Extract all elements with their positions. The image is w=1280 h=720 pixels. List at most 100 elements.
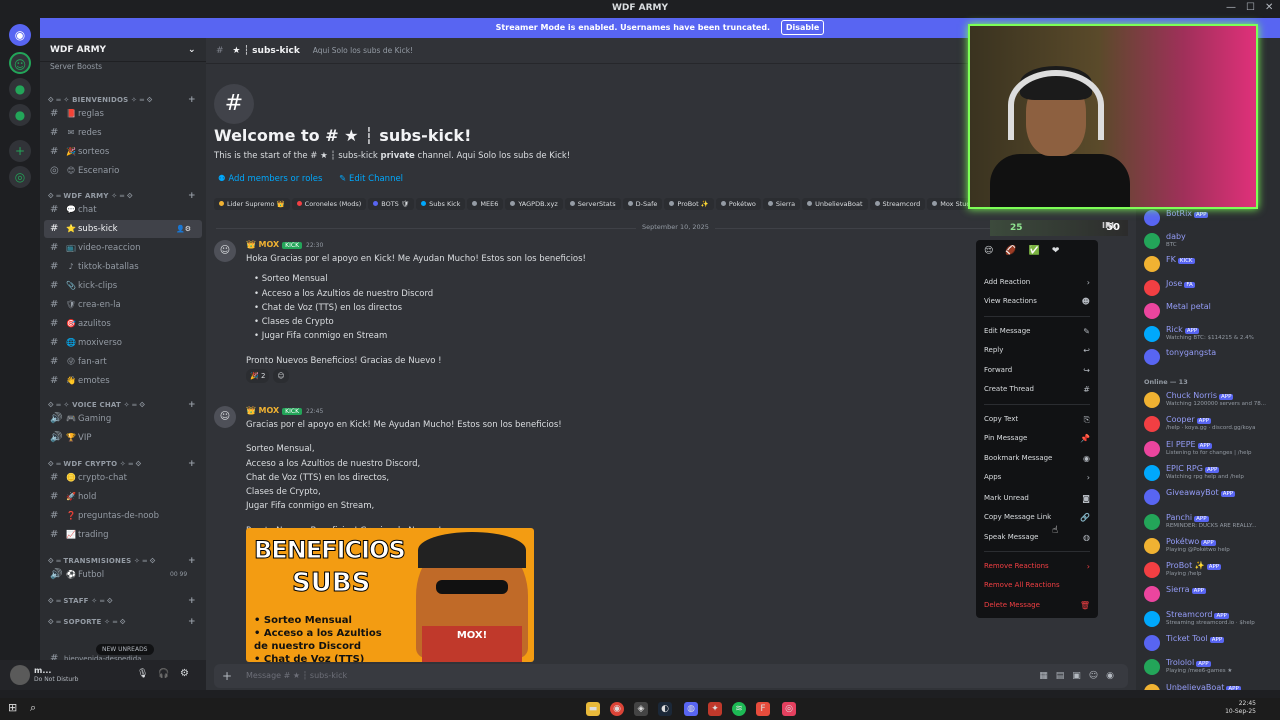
avatar[interactable] [1144, 256, 1160, 272]
avatar[interactable] [1144, 349, 1160, 365]
member-item[interactable]: Panchi APP REMINDER: DUCKS ARE REALLY... [1142, 512, 1278, 534]
plus-icon[interactable]: + [188, 400, 196, 410]
avatar[interactable]: ☺ [214, 240, 236, 262]
role-chip[interactable]: Sierra [762, 198, 801, 210]
avatar[interactable] [1144, 464, 1160, 481]
role-chip[interactable]: Pokétwo [715, 198, 761, 210]
member-item[interactable]: Streamcord APP Streaming streamcord.io · $… [1142, 609, 1278, 631]
channel-gaming[interactable]: 🔊 🎮 Gaming [44, 410, 202, 428]
menu-item-remove-all-reactions[interactable]: Remove All Reactions [984, 577, 1090, 594]
channel-trading[interactable]: # 📈 trading [44, 526, 202, 544]
composer-icons[interactable]: ▦▤▣☺◉ [1039, 664, 1122, 688]
channel-crea-en-la[interactable]: # 🛡 crea-en-la [44, 296, 202, 314]
maximize-button[interactable]: ☐ [1246, 2, 1255, 13]
avatar[interactable] [1144, 635, 1160, 651]
headphones-icon[interactable]: 🎧 [158, 669, 169, 679]
channel-vip[interactable]: 🔊 🏆 VIP [44, 429, 202, 447]
avatar[interactable] [1144, 392, 1160, 408]
member-item[interactable]: Sierra APP [1142, 584, 1278, 606]
channel-azulitos[interactable]: # 🎯 azulitos [44, 315, 202, 333]
member-item[interactable]: tonygangsta [1142, 347, 1278, 369]
benefits-image[interactable]: MOX! BENEFICIOS SUBS • Sorteo Mensual • … [246, 528, 534, 662]
avatar[interactable] [1144, 659, 1160, 676]
obs-icon[interactable]: ◎ [782, 702, 796, 716]
menu-item-delete-message[interactable]: Delete Message 🗑 [984, 597, 1090, 614]
plus-icon[interactable]: + [188, 596, 196, 606]
channel-topic[interactable]: Aqui Solo los subs de Kick! [313, 46, 413, 55]
discord-icon[interactable]: ◍ [684, 702, 698, 716]
disable-button[interactable]: Disable [780, 20, 825, 35]
member-item[interactable]: Pokétwo APP Playing @Pokétwo help [1142, 536, 1278, 558]
channel-redes[interactable]: # ✉ redes [44, 124, 202, 142]
avatar[interactable] [1144, 610, 1160, 627]
avatar[interactable] [1144, 586, 1160, 603]
menu-item-copy-text[interactable]: Copy Text ⎘ [984, 411, 1090, 428]
role-chip[interactable]: BOTS 🛡 [368, 198, 415, 210]
plus-icon[interactable]: + [188, 95, 196, 105]
category-transmisiones[interactable]: ⟐ ═ TRANSMISIONES ✧ ═ ⟐ + [48, 556, 196, 566]
server-icon[interactable]: ● [9, 104, 31, 126]
channel-escenario[interactable]: ◎ 😊 Escenario [44, 162, 202, 180]
category-bienvenidos[interactable]: ⟐ ═ ✧ BIENVENIDOS ✧ ═ ⟐ + [48, 95, 196, 105]
avatar[interactable] [1144, 210, 1160, 226]
settings-icon[interactable]: ⚙ [180, 668, 189, 679]
windows-icon[interactable]: ⊞ [8, 701, 17, 714]
role-chip[interactable]: D-Safe [622, 198, 663, 210]
avatar[interactable] [1144, 489, 1160, 506]
member-item[interactable]: EPIC RPG APP Watching rpg help and /help [1142, 463, 1278, 485]
plus-icon[interactable]: + [188, 617, 196, 627]
menu-item-mark-unread[interactable]: Mark Unread ◙ [984, 490, 1090, 507]
server-icon-wdf[interactable]: ☺ [9, 52, 31, 74]
member-item[interactable]: Trololol APP Playing /mee6-games ★ [1142, 657, 1278, 679]
channel-subs-kick[interactable]: # ⭐ subs-kick 👤⚙ [44, 220, 202, 238]
server-header[interactable]: WDF ARMY ⌄ [40, 38, 206, 62]
member-item[interactable]: Ticket Tool APP [1142, 633, 1278, 655]
avatar[interactable] [1144, 440, 1160, 457]
member-item[interactable]: Rick APP Watching BTC: $114215 & 2.4% [1142, 324, 1278, 346]
member-item[interactable]: El PEPE APP Listening to for changes | /he… [1142, 439, 1278, 461]
plus-icon[interactable]: + [188, 556, 196, 566]
role-chip[interactable]: YAGPDB.xyz [505, 198, 563, 210]
message-input[interactable]: + Message # ★ ┆ subs-kick ▦▤▣☺◉ [214, 664, 1128, 688]
menu-item-forward[interactable]: Forward ↪ [984, 362, 1090, 379]
explore-icon[interactable]: ◎ [9, 166, 31, 188]
menu-item-pin-message[interactable]: Pin Message 📌 [984, 430, 1090, 447]
channel-kick-clips[interactable]: # 📎 kick-clips [44, 277, 202, 295]
menu-item-apps[interactable]: Apps › [984, 469, 1090, 486]
member-item[interactable]: Chuck Norris APP Watching 1200000 servers … [1142, 390, 1278, 412]
role-chip[interactable]: Coroneles (Mods) [291, 198, 367, 210]
member-item[interactable]: Cooper APP/help · koya.gg · discord.gg/ko… [1142, 414, 1278, 436]
minimize-button[interactable]: — [1226, 2, 1236, 13]
channel-crypto-chat[interactable]: # 🪙 crypto-chat [44, 469, 202, 487]
close-button[interactable]: ✕ [1265, 2, 1273, 13]
menu-item-add-reaction[interactable]: Add Reaction › [984, 274, 1090, 291]
member-item[interactable]: FK KICK [1142, 254, 1278, 276]
steam-icon[interactable]: ◐ [658, 702, 672, 716]
quick-reactions[interactable]: 😌🏈✅❤ [984, 246, 1071, 260]
category-staff[interactable]: ⟐ ═ Staff ✧ ═ ⟐ + [48, 596, 196, 606]
add-members-link[interactable]: ⚉ Add members or roles [218, 174, 322, 184]
menu-item-reply[interactable]: Reply ↩ [984, 342, 1090, 359]
channel-futbol[interactable]: 🔊 ⚽ Futbol 00 99 [44, 566, 202, 584]
chevron-down-icon[interactable]: ⌄ [188, 38, 196, 62]
add-server-icon[interactable]: + [9, 140, 31, 162]
new-unreads-pill[interactable]: NEW UNREADS [96, 644, 154, 655]
channel-emotes[interactable]: # 👋 emotes [44, 372, 202, 390]
category-wdf-crypto[interactable]: ⟐ ═ WDF CRYPTO ✧ ═ ⟐ + [48, 459, 196, 469]
chrome-icon[interactable]: ◉ [610, 702, 624, 716]
menu-item-speak-message[interactable]: Speak Message ◍ [984, 529, 1090, 546]
channel-video-reaccion[interactable]: # 📺 video-reaccion [44, 239, 202, 257]
member-item[interactable]: BotRix APP [1142, 208, 1278, 230]
plus-icon[interactable]: + [222, 664, 232, 688]
reaction-chip[interactable]: 🎉 2 [246, 369, 270, 384]
role-chip[interactable]: Subs Kick [416, 198, 466, 210]
member-item[interactable]: daby BTC [1142, 231, 1278, 253]
check-icon[interactable]: ✅ [1029, 246, 1052, 256]
category-voice-chat[interactable]: ⟐ ═ ✧ VOICE CHAT ✧ ═ ⟐ + [48, 400, 196, 410]
role-chip[interactable]: UnbelievaBoat [802, 198, 868, 210]
menu-item-create-thread[interactable]: Create Thread # [984, 381, 1090, 398]
discord-home-icon[interactable]: ◉ [9, 24, 31, 46]
emoji-icon[interactable]: 😌 [984, 246, 1005, 256]
role-chip[interactable]: Lider Supremo 👑 [214, 198, 290, 210]
avatar[interactable] [1144, 303, 1160, 319]
